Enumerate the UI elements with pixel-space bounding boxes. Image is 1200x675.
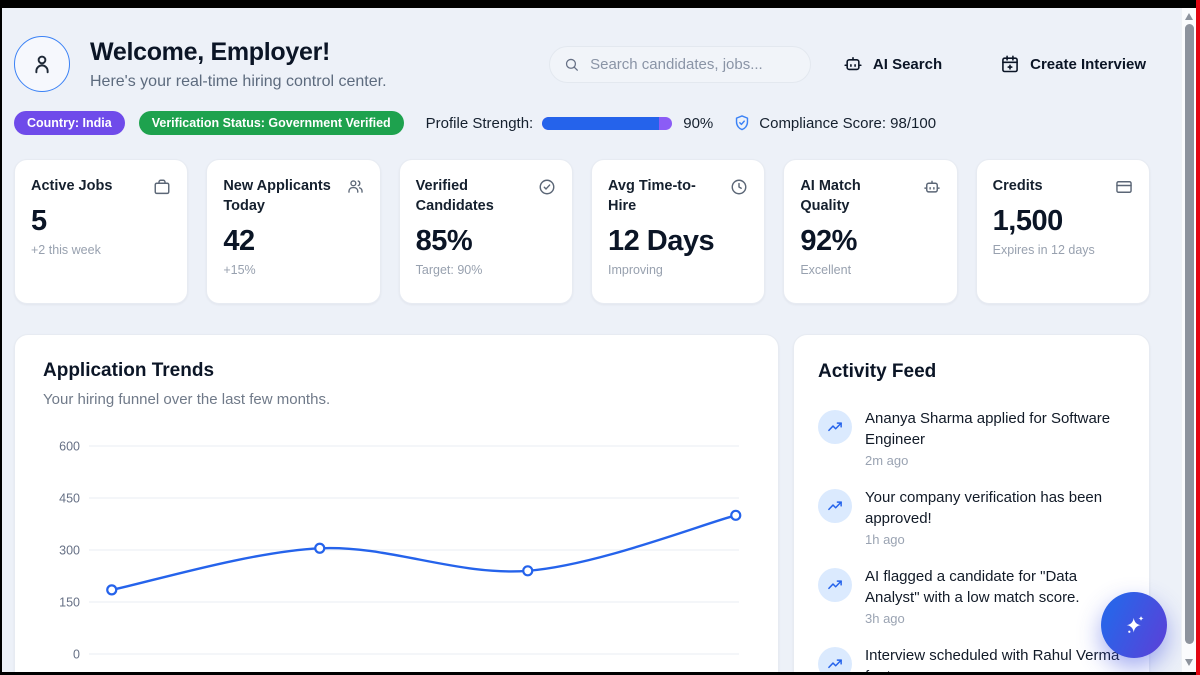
trending-up-icon (818, 410, 852, 444)
activity-feed-list: Ananya Sharma applied for Software Engin… (818, 408, 1125, 672)
page-subtitle: Here's your real-time hiring control cen… (90, 73, 387, 91)
verification-status-badge: Verification Status: Government Verified (139, 111, 404, 135)
ai-assistant-fab[interactable] (1101, 592, 1167, 658)
trends-title: Application Trends (43, 360, 750, 382)
feed-item-time: 2m ago (865, 453, 1125, 468)
stat-card-active-jobs: Active Jobs 5 +2 this week (14, 159, 188, 304)
trending-up-icon (818, 647, 852, 672)
svg-text:600: 600 (59, 440, 80, 454)
credit-card-icon (1115, 178, 1133, 196)
search-input[interactable] (588, 55, 796, 74)
stat-card-subtext: Excellent (800, 263, 940, 277)
stat-card-subtext: +15% (223, 263, 363, 277)
feed-item[interactable]: Ananya Sharma applied for Software Engin… (818, 408, 1125, 468)
ai-search-button[interactable]: AI Search (843, 54, 942, 74)
scrollbar-down-arrow-icon[interactable] (1185, 659, 1193, 666)
profile-strength-fill (542, 117, 659, 130)
stat-card-label: Verified Candidates (416, 176, 528, 216)
compliance-score: Compliance Score: 98/100 (759, 115, 936, 132)
feed-item-text: AI flagged a candidate for "Data Analyst… (865, 566, 1125, 608)
robot-icon (923, 178, 941, 196)
profile-strength-label: Profile Strength: (426, 115, 534, 132)
profile-strength-bar (542, 117, 672, 130)
scrollbar-up-arrow-icon[interactable] (1185, 13, 1193, 20)
stat-card-verified-candidates: Verified Candidates 85% Target: 90% (399, 159, 573, 304)
feed-item-text: Ananya Sharma applied for Software Engin… (865, 408, 1125, 450)
feed-item[interactable]: AI flagged a candidate for "Data Analyst… (818, 566, 1125, 626)
stat-card-new-applicants: New Applicants Today 42 +15% (206, 159, 380, 304)
feed-item[interactable]: Interview scheduled with Rahul Verma for… (818, 645, 1125, 672)
check-circle-icon (538, 178, 556, 196)
svg-text:450: 450 (59, 492, 80, 506)
profile-strength-percent: 90% (683, 115, 713, 132)
calendar-plus-icon (1000, 54, 1020, 74)
feed-item[interactable]: Your company verification has been appro… (818, 487, 1125, 547)
stat-card-subtext: Improving (608, 263, 748, 277)
trends-subtitle: Your hiring funnel over the last few mon… (43, 391, 750, 408)
stat-card-value: 42 (223, 225, 363, 258)
dashboard-screen: Welcome, Employer! Here's your real-time… (2, 8, 1196, 672)
shield-check-icon (733, 114, 751, 132)
status-bar: Country: India Verification Status: Gove… (14, 111, 1166, 135)
svg-text:0: 0 (73, 648, 80, 662)
create-interview-label: Create Interview (1030, 56, 1146, 73)
stat-card-ai-match-quality: AI Match Quality 92% Excellent (783, 159, 957, 304)
dashboard-content: Welcome, Employer! Here's your real-time… (2, 8, 1166, 672)
stat-card-avg-time-to-hire: Avg Time-to-Hire 12 Days Improving (591, 159, 765, 304)
stat-card-label: Active Jobs (31, 176, 112, 196)
main-row: Application Trends Your hiring funnel ov… (14, 334, 1166, 672)
ai-search-label: AI Search (873, 56, 942, 73)
application-trends-panel: Application Trends Your hiring funnel ov… (14, 334, 779, 672)
stat-card-value: 12 Days (608, 225, 748, 258)
clock-icon (730, 178, 748, 196)
stat-card-subtext: +2 this week (31, 243, 171, 257)
header: Welcome, Employer! Here's your real-time… (14, 36, 1166, 92)
welcome-block: Welcome, Employer! Here's your real-time… (90, 38, 387, 91)
trending-up-icon (818, 568, 852, 602)
feed-item-time: 1h ago (865, 532, 1125, 547)
robot-icon (843, 54, 863, 74)
stat-card-value: 1,500 (993, 205, 1133, 238)
sparkles-icon (1121, 612, 1148, 639)
activity-feed-title: Activity Feed (818, 361, 1125, 383)
employer-avatar[interactable] (14, 36, 70, 92)
stat-cards-row: Active Jobs 5 +2 this week New Applicant… (14, 159, 1150, 304)
users-icon (347, 178, 364, 195)
feed-item-text: Interview scheduled with Rahul Verma for… (865, 645, 1125, 672)
trending-up-icon (818, 489, 852, 523)
stat-card-label: Avg Time-to-Hire (608, 176, 720, 216)
feed-item-time: 3h ago (865, 611, 1125, 626)
trends-chart: 600 450 300 150 0 (43, 428, 749, 672)
stat-card-subtext: Target: 90% (416, 263, 556, 277)
feed-item-text: Your company verification has been appro… (865, 487, 1125, 529)
stat-card-value: 85% (416, 225, 556, 258)
vertical-scrollbar[interactable] (1181, 8, 1196, 672)
country-badge: Country: India (14, 111, 125, 135)
search-icon (564, 56, 579, 73)
briefcase-icon (153, 178, 171, 196)
stat-card-value: 5 (31, 205, 171, 238)
page-title: Welcome, Employer! (90, 38, 387, 67)
svg-text:300: 300 (59, 544, 80, 558)
create-interview-button[interactable]: Create Interview (1000, 54, 1146, 74)
stat-card-value: 92% (800, 225, 940, 258)
stat-card-label: New Applicants Today (223, 176, 335, 216)
svg-text:150: 150 (59, 596, 80, 610)
stat-card-credits: Credits 1,500 Expires in 12 days (976, 159, 1150, 304)
user-icon (29, 51, 55, 77)
stat-card-subtext: Expires in 12 days (993, 243, 1133, 257)
search-box[interactable] (549, 46, 811, 83)
screen-edge-red-stripe (1196, 0, 1200, 675)
stat-card-label: Credits (993, 176, 1043, 196)
scrollbar-thumb[interactable] (1185, 24, 1194, 644)
activity-feed-panel: Activity Feed Ananya Sharma applied for … (793, 334, 1150, 672)
stat-card-label: AI Match Quality (800, 176, 912, 216)
